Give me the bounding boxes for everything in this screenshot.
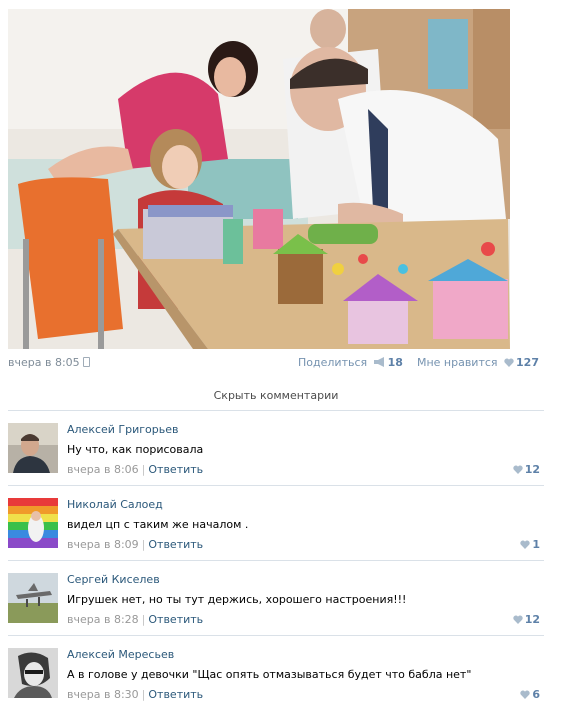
comment-text: Ну что, как порисовала bbox=[67, 443, 204, 456]
separator: | bbox=[141, 463, 146, 476]
reply-link[interactable]: Ответить bbox=[148, 463, 203, 476]
avatar[interactable] bbox=[8, 498, 58, 548]
photo-illustration bbox=[8, 9, 510, 349]
post-timestamp[interactable]: вчера в 8:05 bbox=[8, 356, 80, 369]
reply-link[interactable]: Ответить bbox=[148, 538, 203, 551]
comment-like-count: 1 bbox=[532, 538, 540, 551]
comment-meta: вчера в 8:30 | Ответить bbox=[67, 688, 203, 701]
comment-like-count: 12 bbox=[524, 463, 540, 476]
phone-icon bbox=[82, 357, 90, 367]
reply-link[interactable]: Ответить bbox=[148, 613, 203, 626]
comment-like-button[interactable]: 1 bbox=[520, 538, 540, 551]
share-count: 18 bbox=[387, 356, 403, 369]
hide-comments-link[interactable]: Скрыть комментарии bbox=[8, 389, 544, 402]
avatar-image bbox=[8, 573, 58, 623]
comment-author[interactable]: Алексей Григорьев bbox=[67, 423, 179, 436]
comment-author[interactable]: Сергей Киселев bbox=[67, 573, 160, 586]
comment-item: Николай Салоед видел цп с таким же начал… bbox=[8, 486, 544, 551]
share-button[interactable]: Поделиться 18 bbox=[298, 356, 406, 369]
like-button[interactable]: Мне нравится 127 bbox=[417, 356, 539, 369]
post-timestamp-group: вчера в 8:05 bbox=[8, 356, 90, 369]
like-label: Мне нравится bbox=[416, 356, 498, 369]
avatar[interactable] bbox=[8, 573, 58, 623]
comment-author[interactable]: Алексей Мересьев bbox=[67, 648, 174, 661]
heart-icon bbox=[520, 540, 531, 549]
avatar-image bbox=[8, 498, 58, 548]
comment-meta: вчера в 8:09 | Ответить bbox=[67, 538, 203, 551]
comment-time[interactable]: вчера в 8:06 bbox=[67, 463, 139, 476]
comment-text: Игрушек нет, но ты тут держись, хорошего… bbox=[67, 593, 407, 606]
comment-item: Алексей Григорьев Ну что, как порисовала… bbox=[8, 411, 544, 476]
comment-item: Сергей Киселев Игрушек нет, но ты тут де… bbox=[8, 561, 544, 626]
comment-text: видел цп с таким же началом . bbox=[67, 518, 249, 531]
comment-like-button[interactable]: 12 bbox=[513, 613, 540, 626]
avatar-image bbox=[8, 648, 58, 698]
comment-time[interactable]: вчера в 8:28 bbox=[67, 613, 139, 626]
comment-time[interactable]: вчера в 8:30 bbox=[67, 688, 139, 701]
comment-time[interactable]: вчера в 8:09 bbox=[67, 538, 139, 551]
heart-icon bbox=[513, 465, 523, 474]
comment-like-count: 12 bbox=[524, 613, 540, 626]
post-photo[interactable] bbox=[8, 9, 510, 349]
avatar[interactable] bbox=[8, 423, 58, 473]
separator: | bbox=[141, 688, 146, 701]
comment-meta: вчера в 8:28 | Ответить bbox=[67, 613, 203, 626]
share-label: Поделиться bbox=[298, 356, 368, 369]
megaphone-icon bbox=[373, 357, 384, 367]
comment-text: А в голове у девочки "Щас опять отмазыва… bbox=[67, 668, 472, 681]
heart-icon bbox=[504, 358, 514, 367]
reply-link[interactable]: Ответить bbox=[148, 688, 203, 701]
heart-icon bbox=[520, 690, 531, 699]
separator: | bbox=[141, 613, 146, 626]
avatar-image bbox=[8, 423, 58, 473]
comment-meta: вчера в 8:06 | Ответить bbox=[67, 463, 203, 476]
separator: | bbox=[141, 538, 146, 551]
post-meta-row: вчера в 8:05 Поделиться 18 Мне нравится … bbox=[8, 356, 539, 372]
comment-item: Алексей Мересьев А в голове у девочки "Щ… bbox=[8, 636, 544, 701]
avatar[interactable] bbox=[8, 648, 58, 698]
post-actions: Поделиться 18 Мне нравится 127 bbox=[298, 356, 539, 369]
comment-like-button[interactable]: 12 bbox=[513, 463, 540, 476]
heart-icon bbox=[513, 615, 523, 624]
comment-author[interactable]: Николай Салоед bbox=[67, 498, 163, 511]
comment-like-count: 6 bbox=[532, 688, 540, 701]
comment-like-button[interactable]: 6 bbox=[520, 688, 540, 701]
like-count: 127 bbox=[516, 356, 539, 369]
